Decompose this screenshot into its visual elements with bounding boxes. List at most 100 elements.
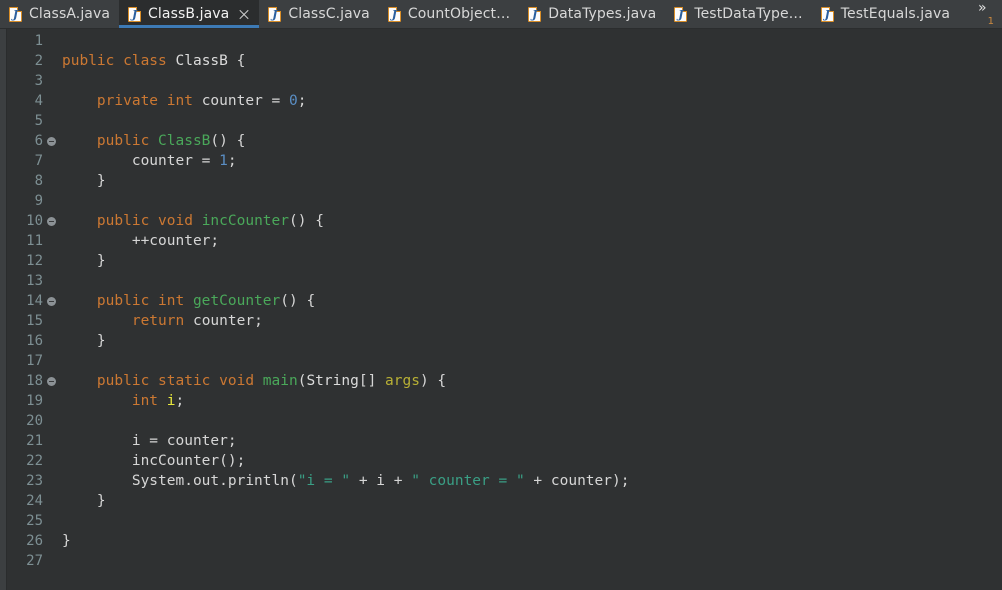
editor-tab-classb-java[interactable]: J ClassB.java (119, 0, 259, 28)
fold-gutter-cell[interactable] (45, 137, 58, 146)
token-var: i (167, 393, 176, 409)
token-pun: ; (298, 93, 307, 109)
code-line[interactable]: 4 private int counter = 0; (7, 91, 1002, 111)
fold-collapse-icon[interactable] (47, 377, 56, 386)
token-pun: ; (228, 153, 237, 169)
java-file-icon: J (528, 7, 541, 22)
code-line[interactable]: 20 (7, 411, 1002, 431)
editor-tab-testdatatype-[interactable]: JTestDataType… (665, 0, 811, 28)
java-j-glyph: J (529, 8, 540, 21)
code-line[interactable]: 24 } (7, 491, 1002, 511)
fold-gutter-cell[interactable] (45, 377, 58, 386)
code-text: int i; (58, 391, 1002, 411)
token-pun: + i + (350, 473, 411, 489)
token-kw: public (97, 133, 158, 149)
code-line[interactable]: 11 ++counter; (7, 231, 1002, 251)
editor-tab-testequals-java[interactable]: JTestEquals.java (812, 0, 959, 28)
line-number: 12 (7, 251, 45, 271)
fold-collapse-icon[interactable] (47, 297, 56, 306)
editor-tab-classc-java[interactable]: JClassC.java (259, 0, 379, 28)
code-content[interactable]: 12public class ClassB {34 private int co… (7, 29, 1002, 590)
code-text: } (58, 491, 1002, 511)
code-line[interactable]: 25 (7, 511, 1002, 531)
code-line[interactable]: 8 } (7, 171, 1002, 191)
token-pun: + counter); (525, 473, 630, 489)
fold-collapse-icon[interactable] (47, 217, 56, 226)
code-line[interactable]: 23 System.out.println("i = " + i + " cou… (7, 471, 1002, 491)
close-icon[interactable] (237, 8, 250, 21)
code-line[interactable]: 6 public ClassB() { (7, 131, 1002, 151)
code-line[interactable]: 9 (7, 191, 1002, 211)
tab-overflow-count: 1 (988, 17, 994, 27)
line-number: 18 (7, 371, 45, 391)
line-number: 5 (7, 111, 45, 131)
java-file-icon: J (821, 7, 834, 22)
line-number: 6 (7, 131, 45, 151)
code-text: public ClassB() { (58, 131, 1002, 151)
code-text: public static void main(String[] args) { (58, 371, 1002, 391)
token-pun: counter = (62, 153, 219, 169)
token-pun: } (62, 173, 106, 189)
token-pun (62, 373, 97, 389)
java-file-icon: J (388, 7, 401, 22)
token-kw: public int (97, 293, 193, 309)
line-number: 2 (7, 51, 45, 71)
line-number: 20 (7, 411, 45, 431)
editor-tab-datatypes-java[interactable]: JDataTypes.java (519, 0, 665, 28)
code-line[interactable]: 26} (7, 531, 1002, 551)
token-prm: args (385, 373, 420, 389)
code-line[interactable]: 16 } (7, 331, 1002, 351)
tab-label: ClassB.java (148, 6, 229, 22)
token-pun: i = counter; (62, 433, 237, 449)
fold-collapse-icon[interactable] (47, 137, 56, 146)
java-j-glyph: J (675, 8, 686, 21)
editor-tab-countobject-[interactable]: JCountObject… (379, 0, 519, 28)
tab-label: ClassA.java (29, 6, 110, 22)
code-line[interactable]: 27 (7, 551, 1002, 571)
code-line[interactable]: 10 public void incCounter() { (7, 211, 1002, 231)
line-number: 1 (7, 31, 45, 51)
code-line[interactable]: 22 incCounter(); (7, 451, 1002, 471)
java-file-icon: J (674, 7, 687, 22)
code-line[interactable]: 14 public int getCounter() { (7, 291, 1002, 311)
code-line[interactable]: 13 (7, 271, 1002, 291)
token-kw: int (132, 393, 167, 409)
code-line[interactable]: 17 (7, 351, 1002, 371)
editor-tab-classa-java[interactable]: J ClassA.java (0, 0, 119, 28)
token-pun: () { (289, 213, 324, 229)
line-number: 14 (7, 291, 45, 311)
code-text: public int getCounter() { (58, 291, 1002, 311)
token-pun: counter; (184, 313, 263, 329)
token-mth: main (263, 373, 298, 389)
code-editor[interactable]: 12public class ClassB {34 private int co… (0, 29, 1002, 590)
code-text: } (58, 331, 1002, 351)
token-pun (62, 293, 97, 309)
code-line[interactable]: 1 (7, 31, 1002, 51)
code-line[interactable]: 3 (7, 71, 1002, 91)
code-line[interactable]: 15 return counter; (7, 311, 1002, 331)
token-kw: public class (62, 53, 176, 69)
token-pun: ) { (420, 373, 446, 389)
code-line[interactable]: 7 counter = 1; (7, 151, 1002, 171)
token-num: 1 (219, 153, 228, 169)
chevron-double-right-icon: » (978, 2, 987, 15)
code-line[interactable]: 12 } (7, 251, 1002, 271)
code-line[interactable]: 21 i = counter; (7, 431, 1002, 451)
line-number: 16 (7, 331, 45, 351)
code-line[interactable]: 19 int i; (7, 391, 1002, 411)
code-line[interactable]: 5 (7, 111, 1002, 131)
fold-gutter-cell[interactable] (45, 217, 58, 226)
tab-overflow-button[interactable]: »1 (968, 0, 1002, 28)
java-file-icon: J (9, 7, 22, 22)
line-number: 11 (7, 231, 45, 251)
java-file-icon: J (128, 7, 141, 22)
token-str: "i = " (298, 473, 350, 489)
line-number: 13 (7, 271, 45, 291)
code-line[interactable]: 18 public static void main(String[] args… (7, 371, 1002, 391)
line-number: 23 (7, 471, 45, 491)
fold-gutter-cell[interactable] (45, 297, 58, 306)
code-text: public class ClassB { (58, 51, 1002, 71)
line-number: 26 (7, 531, 45, 551)
token-pun (62, 393, 132, 409)
code-line[interactable]: 2 public class ClassB { (7, 51, 1002, 71)
